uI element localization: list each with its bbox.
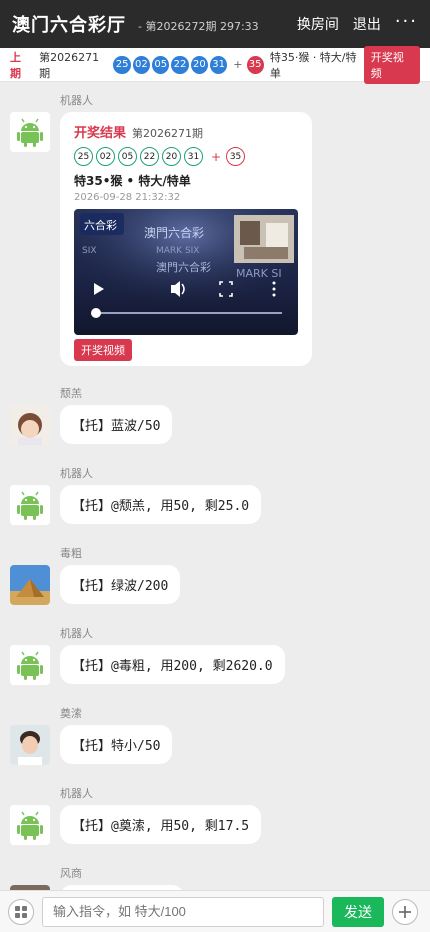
draw-ball: 20 — [162, 147, 181, 166]
pyramid-photo — [10, 565, 50, 605]
app-header: 澳门六合彩厅 - 第2026272期 297:33 换房间 退出 ··· — [0, 0, 430, 48]
switch-room-button[interactable]: 换房间 — [297, 14, 339, 34]
android-icon — [10, 645, 50, 685]
message-bubble: 【托】绿波/200 — [60, 565, 181, 604]
chat-message: 奠溹 【托】特小/50 — [10, 705, 420, 767]
add-button[interactable] — [392, 898, 418, 925]
video-more-icon[interactable] — [272, 281, 276, 297]
sender-name: 风商 — [60, 867, 82, 880]
draw-ball: 31 — [184, 147, 203, 166]
chat-message: 机器人 【托】@毒粗, 用200, 剩2620.0 — [10, 625, 420, 687]
current-issue-timer: - 第2026272期 297:33 — [138, 20, 259, 33]
logout-button[interactable]: 退出 — [353, 14, 381, 34]
android-avatar[interactable] — [10, 112, 50, 152]
svg-text:MARK SI: MARK SI — [236, 267, 282, 280]
result-time: 2026-09-28 21:32:32 — [74, 192, 181, 203]
result-balls: 25 02 05 22 20 31 + 35 — [74, 147, 298, 166]
child-avatar[interactable] — [10, 405, 50, 445]
header-actions: 换房间 退出 ··· — [297, 11, 418, 34]
plus-sign: + — [211, 149, 222, 164]
android-icon — [10, 485, 50, 525]
sender-name: 颓羔 — [60, 387, 82, 400]
chat-message: 风商 — [10, 865, 420, 890]
sender-name: 奠溹 — [60, 707, 82, 720]
svg-text:六合彩: 六合彩 — [84, 218, 117, 232]
sender-name: 机器人 — [60, 627, 93, 640]
previous-summary: 特35·猴 · 特大/特单 — [269, 50, 357, 80]
command-input[interactable] — [42, 896, 324, 927]
svg-text:SIX: SIX — [82, 246, 97, 256]
android-avatar[interactable] — [10, 485, 50, 525]
grid-icon — [15, 905, 27, 918]
draw-ball: 20 — [190, 55, 208, 74]
draw-ball: 22 — [171, 55, 189, 74]
sender-name: 毒粗 — [60, 547, 82, 560]
chat-message: 颓羔 【托】蓝波/50 — [10, 385, 420, 447]
grid-menu-button[interactable] — [8, 898, 34, 925]
chat-message: 机器人 【托】@奠溹, 用50, 剩17.5 — [10, 785, 420, 847]
pyramid-avatar[interactable] — [10, 565, 50, 605]
more-menu-icon[interactable]: ··· — [395, 11, 418, 32]
svg-text:澳門六合彩: 澳門六合彩 — [144, 225, 204, 240]
chat-message: 毒粗 【托】绿波/200 — [10, 545, 420, 607]
draw-ball: 31 — [209, 55, 228, 74]
draw-ball: 05 — [118, 147, 137, 166]
draw-video-button[interactable]: 开奖视频 — [74, 339, 132, 361]
message-bubble: 【托】@颓羔, 用50, 剩25.0 — [60, 485, 262, 524]
message-bubble: 【托】蓝波/50 — [60, 405, 173, 444]
draw-ball: 25 — [113, 55, 131, 74]
previous-period: 第2026271期 — [39, 50, 100, 80]
draw-ball: 22 — [140, 147, 159, 166]
draw-result-card: 开奖结果 第2026271期 25 02 05 22 20 31 + 35 特3… — [60, 112, 312, 366]
sender-name: 机器人 — [60, 467, 93, 480]
android-icon — [10, 805, 50, 845]
chat-list[interactable]: 机器人 开奖结果 第2026271期 25 02 05 22 20 31 + 3… — [0, 82, 430, 890]
video-frame: 澳門六合彩 SIX MARK SIX 澳門六合彩 MARK SI 六合彩 — [74, 209, 298, 335]
previous-draw-bar: 上期 第2026271期 25 02 05 22 20 31 + 35 特35·… — [0, 45, 430, 84]
chat-message: 机器人 【托】@颓羔, 用50, 剩25.0 — [10, 465, 420, 527]
boy-avatar[interactable] — [10, 725, 50, 765]
draw-ball: 02 — [96, 147, 115, 166]
seek-handle[interactable] — [91, 308, 101, 318]
draw-video-button[interactable]: 开奖视频 — [363, 45, 421, 84]
draw-ball: 05 — [152, 55, 170, 74]
draw-ball: 02 — [132, 55, 151, 74]
message-bubble: 【托】特小/50 — [60, 725, 173, 764]
draw-ball: 25 — [74, 147, 93, 166]
sender-name: 机器人 — [60, 787, 93, 800]
svg-text:MARK SIX: MARK SIX — [156, 246, 199, 256]
room-title: 澳门六合彩厅 — [12, 15, 126, 36]
message-bubble: 【托】@毒粗, 用200, 剩2620.0 — [60, 645, 285, 684]
android-icon — [10, 112, 50, 152]
message-bubble: 【托】@奠溹, 用50, 剩17.5 — [60, 805, 262, 844]
boy-photo — [10, 725, 50, 765]
plus-sign: + — [233, 58, 243, 71]
chat-message: 机器人 开奖结果 第2026271期 25 02 05 22 20 31 + 3… — [10, 92, 420, 382]
android-avatar[interactable] — [10, 645, 50, 685]
previous-label: 上期 — [10, 50, 21, 80]
svg-text:澳門六合彩: 澳門六合彩 — [156, 260, 211, 274]
special-ball: 35 — [226, 147, 246, 166]
child-photo — [10, 405, 50, 445]
result-summary: 特35•猴 • 特大/特单 — [74, 174, 191, 188]
special-ball: 35 — [246, 55, 264, 74]
card-title: 开奖结果 — [74, 126, 127, 141]
android-avatar[interactable] — [10, 805, 50, 845]
plus-icon — [399, 905, 411, 918]
sender-name: 机器人 — [60, 94, 93, 107]
send-button[interactable]: 发送 — [332, 896, 384, 927]
input-bar: 发送 — [0, 890, 430, 932]
draw-video-player[interactable]: 澳門六合彩 SIX MARK SIX 澳門六合彩 MARK SI 六合彩 — [74, 209, 298, 335]
card-period: 第2026271期 — [132, 127, 204, 140]
